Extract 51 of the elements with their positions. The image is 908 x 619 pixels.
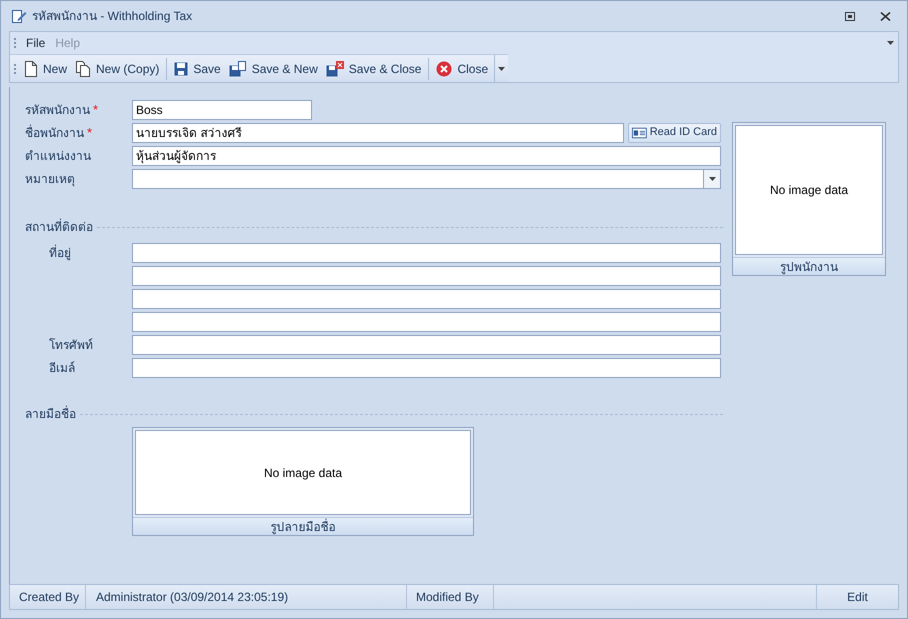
toolbar-button[interactable]: Save & New: [224, 58, 322, 80]
input-field[interactable]: [132, 242, 721, 262]
toolbar-button[interactable]: Save: [170, 58, 225, 80]
id-card-icon: [632, 126, 647, 138]
input-field[interactable]: [132, 312, 721, 332]
input-field[interactable]: [132, 288, 721, 308]
field-label: รหัสพนักงาน: [25, 102, 90, 118]
close-icon[interactable]: [880, 12, 891, 20]
field-label: โทรศัพท์: [49, 338, 93, 352]
floppy-x-icon: [326, 60, 344, 76]
window-title: รหัสพนักงาน - Withholding Tax: [32, 8, 194, 25]
section-title: ลายมือชื่อ: [25, 405, 76, 423]
floppy-page-icon: [228, 60, 247, 76]
restore-icon[interactable]: [845, 12, 855, 20]
field-label: ชื่อพนักงาน: [25, 124, 84, 142]
input-field[interactable]: [132, 358, 721, 378]
mode-status: Edit: [847, 589, 868, 606]
caret-icon[interactable]: [498, 66, 506, 70]
required-mark: *: [87, 126, 92, 139]
required-mark: *: [93, 103, 98, 116]
menu-item[interactable]: File: [26, 34, 46, 52]
status-value: Administrator (03/09/2014 23:05:19): [96, 589, 288, 606]
image-caption: รูปลายมือชื่อ: [270, 518, 336, 536]
no-image-text: No image data: [770, 182, 848, 199]
edit-icon: [11, 8, 27, 24]
toolbar-button[interactable]: New: [20, 58, 72, 80]
field-label: ที่อยู่: [49, 246, 71, 260]
field-label: หมายเหตุ: [25, 170, 75, 188]
input-field[interactable]: หุ้นส่วนผู้จัดการ: [132, 146, 721, 166]
page-icon: [24, 60, 38, 76]
toolbar-button[interactable]: Close: [432, 58, 492, 80]
input-field[interactable]: [132, 334, 721, 354]
status-label: Modified By: [416, 589, 479, 606]
input-field[interactable]: Boss: [132, 100, 312, 120]
no-image-text: No image data: [264, 464, 342, 482]
close-icon: [436, 60, 452, 76]
section-title: สถานที่ติดต่อ: [25, 218, 93, 236]
field-label: ตำแหน่งงาน: [25, 148, 91, 164]
input-field[interactable]: นายบรรเจิด สว่างศรี: [132, 122, 624, 142]
copy-icon: [75, 60, 92, 76]
status-label: Created By: [19, 589, 80, 606]
caret-icon[interactable]: [887, 41, 894, 45]
image-caption: รูปพนักงาน: [780, 258, 838, 276]
field-label: อีเมล์: [49, 360, 75, 374]
dropdown-field[interactable]: [132, 168, 721, 188]
read-id-card-button[interactable]: Read ID Card: [628, 122, 721, 142]
toolbar-button[interactable]: New (Copy): [71, 58, 164, 80]
toolbar-button[interactable]: Save & Close: [322, 58, 426, 80]
caret-icon: [708, 176, 716, 180]
input-field[interactable]: [132, 266, 721, 286]
floppy-icon: [174, 62, 188, 76]
